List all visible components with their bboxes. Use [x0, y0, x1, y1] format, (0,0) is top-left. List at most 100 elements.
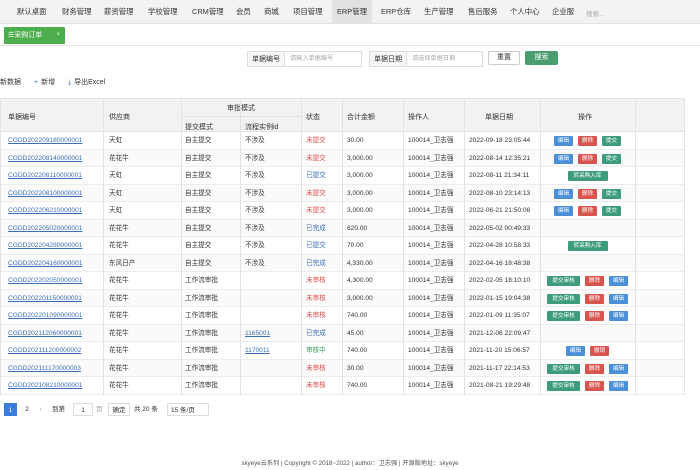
- order-code-link[interactable]: CGDD202208100000001: [8, 185, 82, 202]
- action-button[interactable]: 编辑: [609, 381, 628, 391]
- action-button[interactable]: 转采购入库: [567, 171, 608, 181]
- nav-item-0[interactable]: 默认桌面: [17, 0, 47, 24]
- nav-item-6[interactable]: 商城: [264, 0, 279, 24]
- header-supplier: 供应商: [109, 114, 130, 121]
- action-button[interactable]: 编辑: [609, 293, 628, 304]
- search-button[interactable]: 搜索: [525, 51, 558, 65]
- flow-id-cell: 不涉及: [245, 259, 265, 267]
- flow-id-cell[interactable]: 1170011: [245, 342, 270, 359]
- nav-item-2[interactable]: 薪资管理: [104, 0, 134, 24]
- order-code-link[interactable]: CGDD202202050000001: [8, 272, 82, 289]
- order-code-link[interactable]: CGDD202204160000001: [8, 255, 82, 272]
- action-button[interactable]: 删除: [585, 381, 604, 391]
- nav-item-9[interactable]: ERP仓库: [381, 0, 411, 24]
- order-code-link[interactable]: CGDD202209180000001: [8, 132, 82, 149]
- action-button[interactable]: 提交审核: [547, 276, 580, 286]
- action-button[interactable]: 删除: [585, 311, 604, 321]
- action-button[interactable]: 提交: [602, 136, 621, 146]
- action-button[interactable]: 删除: [578, 206, 597, 216]
- nav-item-8[interactable]: ERP管理: [332, 0, 372, 24]
- flow-id-cell[interactable]: 1165001: [245, 325, 270, 342]
- order-code-link[interactable]: CGDD202206210000001: [8, 202, 82, 219]
- action-button[interactable]: 提交审核: [547, 293, 580, 304]
- header-submit-mode: 提交模式: [185, 124, 213, 131]
- action-button[interactable]: 提交: [602, 153, 621, 164]
- nav-item-10[interactable]: 生产管理: [424, 0, 454, 24]
- action-button[interactable]: 删除: [578, 136, 597, 146]
- flow-id-cell: 不涉及: [245, 154, 265, 162]
- nav-item-11[interactable]: 售后服务: [468, 0, 498, 24]
- date-cell: 2022-08-10 23:14:13: [469, 189, 531, 197]
- order-code-link[interactable]: CGDD202108210000001: [8, 377, 82, 394]
- action-button[interactable]: 编辑: [554, 188, 573, 199]
- action-button[interactable]: 提交: [602, 206, 621, 216]
- action-button[interactable]: 转采购入库: [567, 241, 608, 251]
- supplier-cell: 花花牛: [109, 364, 129, 372]
- nav-item-4[interactable]: CRM管理: [192, 0, 224, 24]
- order-code-link[interactable]: CGDD202112060000001: [8, 325, 82, 342]
- order-code-link[interactable]: CGDD202208140000001: [8, 150, 82, 167]
- next-page-icon[interactable]: ›: [37, 403, 45, 416]
- action-button[interactable]: 提交: [602, 188, 621, 199]
- action-button[interactable]: 编辑: [554, 206, 573, 216]
- export-button[interactable]: ⤓ 导出Excel: [68, 78, 105, 88]
- tab-bar: ☰采购订单 ×: [0, 24, 700, 46]
- order-code-link[interactable]: CGDD202111170000003: [8, 360, 81, 377]
- nav-item-5[interactable]: 会员: [236, 0, 251, 24]
- nav-search-input[interactable]: 搜索...: [586, 8, 604, 18]
- action-button[interactable]: 编辑: [554, 136, 573, 146]
- page-1-button[interactable]: 1: [4, 403, 17, 416]
- header-approval-mode: 审批模式: [227, 105, 255, 112]
- flow-id-cell: 不涉及: [245, 224, 265, 232]
- page-2-button[interactable]: 2: [23, 403, 31, 416]
- goto-label: 到第: [52, 406, 65, 413]
- row-actions: 提交审核 删除 编辑: [540, 293, 635, 304]
- action-button[interactable]: 删除: [585, 276, 604, 286]
- order-code-link[interactable]: CGDD202111200000002: [8, 342, 81, 359]
- action-button[interactable]: 提交审核: [547, 381, 580, 391]
- action-button[interactable]: 提交审核: [547, 311, 580, 321]
- nav-item-12[interactable]: 个人中心: [510, 0, 540, 24]
- action-button[interactable]: 删除: [585, 363, 604, 374]
- order-code-link[interactable]: CGDD202205020000001: [8, 220, 82, 237]
- action-button[interactable]: 删除: [585, 293, 604, 304]
- amount-cell: 620.00: [347, 224, 368, 232]
- date-cell: 2022-08-11 21:34:11: [469, 172, 530, 179]
- action-button[interactable]: 撤销: [590, 346, 609, 356]
- order-code-link[interactable]: CGDD202201150000001: [8, 290, 82, 307]
- action-button[interactable]: 提交审核: [547, 363, 580, 374]
- page-size-select[interactable]: 15 条/页: [167, 403, 209, 416]
- operator-cell: 100014_卫志强: [408, 242, 454, 249]
- date-input[interactable]: 请选择单据日期: [407, 51, 483, 67]
- amount-cell: 3,000.00: [347, 294, 373, 302]
- action-button[interactable]: 编辑: [554, 153, 573, 164]
- header-flow-id: 流程实例id: [245, 124, 279, 131]
- close-icon[interactable]: ×: [56, 27, 60, 44]
- order-no-input[interactable]: 请输入单据编号: [285, 51, 362, 67]
- action-button[interactable]: 删除: [578, 153, 597, 164]
- supplier-cell: 天虹: [109, 207, 123, 214]
- footer: skyeye云系列 | Copyright © 2018~2022 | auth…: [241, 460, 459, 467]
- operator-cell: 100014_卫志强: [408, 382, 454, 389]
- submit-mode-cell: 工作流审批: [185, 294, 218, 302]
- goto-page-input[interactable]: 1: [73, 403, 93, 416]
- order-code-link[interactable]: CGDD202204280000001: [8, 237, 82, 254]
- refresh-button[interactable]: 新数据: [0, 78, 21, 88]
- nav-item-7[interactable]: 项目管理: [293, 0, 323, 24]
- nav-item-13[interactable]: 企业服: [552, 0, 574, 24]
- goto-confirm-button[interactable]: 确定: [108, 403, 130, 416]
- action-button[interactable]: 编辑: [566, 346, 585, 356]
- action-button[interactable]: 编辑: [609, 363, 628, 374]
- add-button[interactable]: + 新增: [34, 78, 55, 88]
- action-button[interactable]: 编辑: [609, 276, 628, 286]
- action-button[interactable]: 编辑: [609, 311, 628, 321]
- tab-purchase-order[interactable]: ☰采购订单 ×: [4, 27, 65, 44]
- order-code-link[interactable]: CGDD202201090000001: [8, 307, 82, 324]
- action-button[interactable]: 删除: [578, 188, 597, 199]
- amount-cell: 30.00: [347, 364, 364, 372]
- header-status: 状态: [306, 114, 320, 121]
- nav-item-1[interactable]: 财务管理: [62, 0, 92, 24]
- nav-item-3[interactable]: 学校管理: [148, 0, 178, 24]
- reset-button[interactable]: 重置: [488, 51, 520, 65]
- order-code-link[interactable]: CGDD202208110000001: [8, 167, 82, 184]
